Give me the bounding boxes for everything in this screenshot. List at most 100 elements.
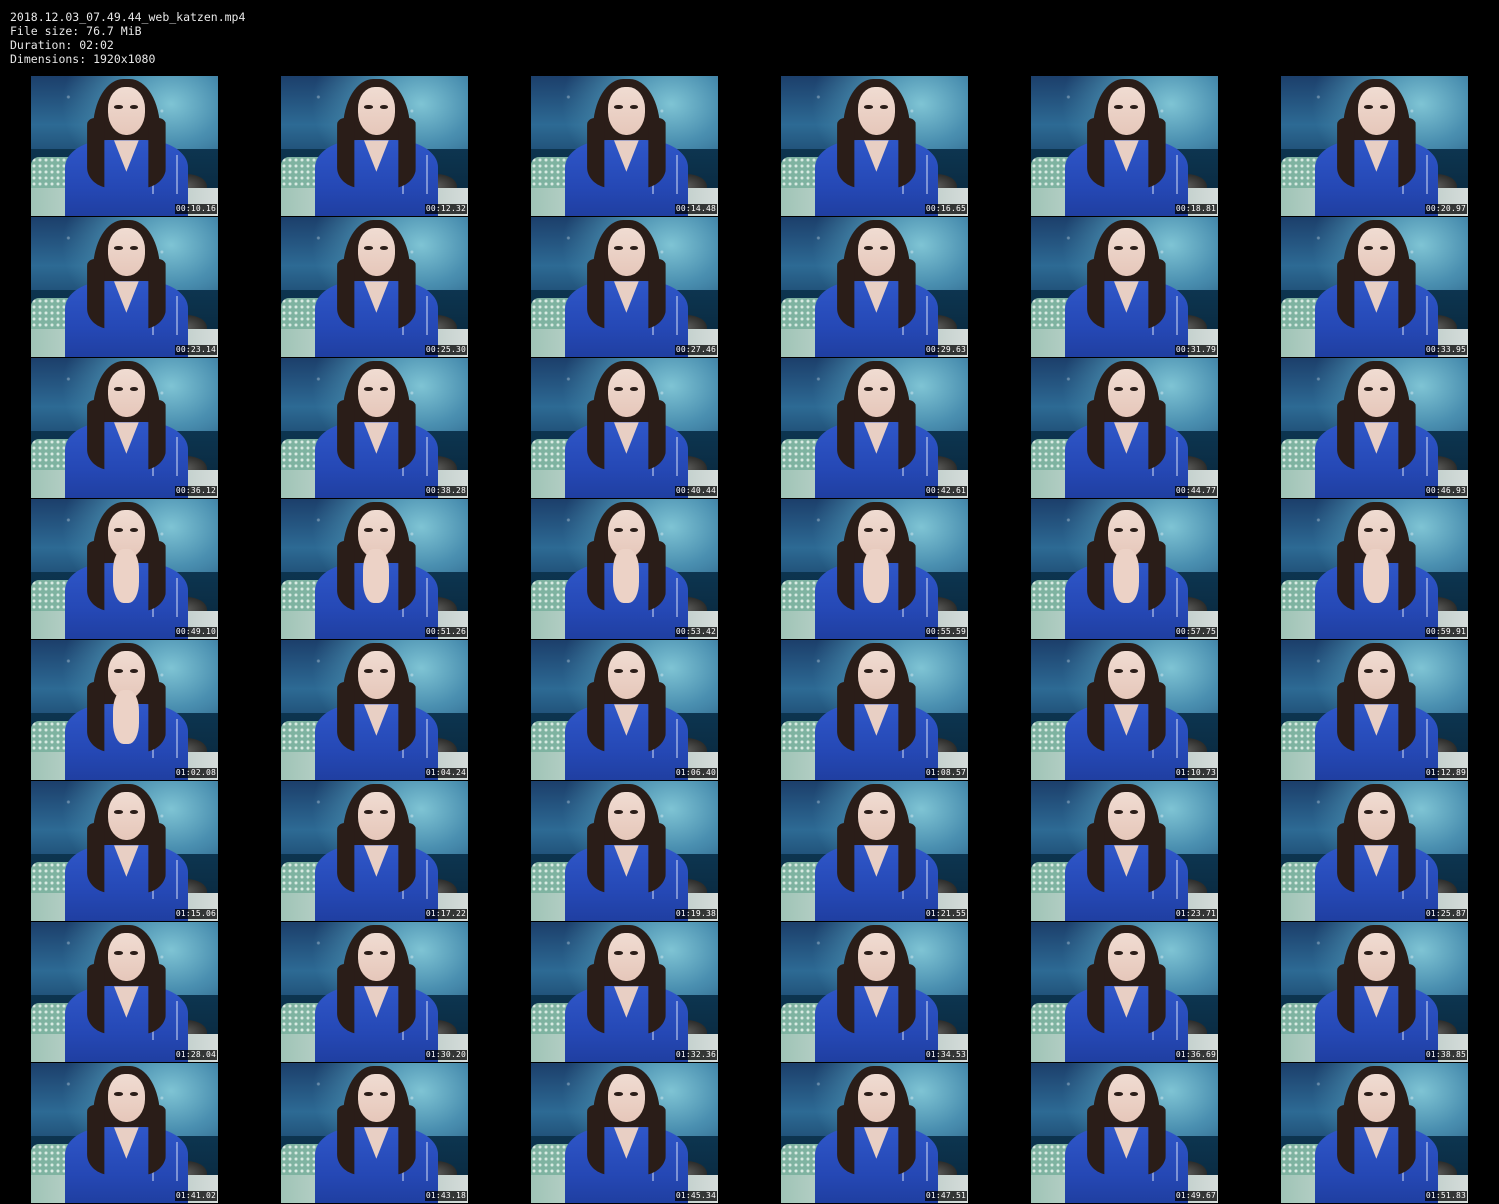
person-shirt: [314, 281, 439, 357]
video-frame-thumbnail[interactable]: 01:36.69: [1031, 922, 1218, 1062]
frame-timestamp: 01:06.40: [674, 768, 717, 778]
video-frame-thumbnail[interactable]: 00:59.91: [1281, 499, 1468, 639]
person-shirt: [564, 986, 689, 1062]
video-frame-thumbnail[interactable]: 01:04.24: [281, 640, 468, 780]
video-frame-thumbnail[interactable]: 00:10.16: [31, 76, 218, 216]
frame-timestamp: 01:21.55: [924, 909, 967, 919]
video-frame-thumbnail[interactable]: 00:51.26: [281, 499, 468, 639]
person-shirt: [564, 281, 689, 357]
frame-timestamp: 01:45.34: [674, 1191, 717, 1201]
video-frame-thumbnail[interactable]: 00:33.95: [1281, 217, 1468, 357]
video-frame-thumbnail[interactable]: 01:06.40: [531, 640, 718, 780]
frame-timestamp: 01:28.04: [174, 1050, 217, 1060]
video-frame-thumbnail[interactable]: 01:17.22: [281, 781, 468, 921]
person-face: [857, 87, 896, 135]
video-frame-thumbnail[interactable]: 00:38.28: [281, 358, 468, 498]
file-size: File size: 76.7 MiB: [10, 24, 142, 38]
video-frame-thumbnail[interactable]: 01:21.55: [781, 781, 968, 921]
video-frame-thumbnail[interactable]: 00:46.93: [1281, 358, 1468, 498]
frame-timestamp: 01:36.69: [1174, 1050, 1217, 1060]
video-frame-thumbnail[interactable]: 01:10.73: [1031, 640, 1218, 780]
video-frame-thumbnail[interactable]: 00:40.44: [531, 358, 718, 498]
video-frame-thumbnail[interactable]: 01:41.02: [31, 1063, 218, 1203]
person-face: [357, 792, 396, 840]
person-face: [357, 87, 396, 135]
video-frame-thumbnail[interactable]: 01:51.83: [1281, 1063, 1468, 1203]
video-frame-thumbnail[interactable]: 00:25.30: [281, 217, 468, 357]
video-frame-thumbnail[interactable]: 01:45.34: [531, 1063, 718, 1203]
person-shirt: [1314, 986, 1439, 1062]
person-hand: [363, 549, 390, 603]
video-frame-thumbnail[interactable]: 00:49.10: [31, 499, 218, 639]
person-face: [607, 792, 646, 840]
frame-timestamp: 00:44.77: [1174, 486, 1217, 496]
video-frame-thumbnail[interactable]: 01:43.18: [281, 1063, 468, 1203]
video-frame-thumbnail[interactable]: 01:49.67: [1031, 1063, 1218, 1203]
frame-timestamp: 01:08.57: [924, 768, 967, 778]
person-shirt: [1314, 704, 1439, 780]
frame-timestamp: 00:51.26: [424, 627, 467, 637]
video-frame-thumbnail[interactable]: 01:47.51: [781, 1063, 968, 1203]
person-hand: [1363, 549, 1390, 603]
person-face: [857, 651, 896, 699]
video-frame-thumbnail[interactable]: 01:28.04: [31, 922, 218, 1062]
person-shirt: [564, 845, 689, 921]
person-face: [1107, 87, 1146, 135]
person-hand: [113, 549, 140, 603]
person-shirt: [814, 281, 939, 357]
video-frame-thumbnail[interactable]: 00:44.77: [1031, 358, 1218, 498]
video-frame-thumbnail[interactable]: 00:20.97: [1281, 76, 1468, 216]
person-shirt: [1314, 281, 1439, 357]
person-face: [857, 933, 896, 981]
person-shirt: [564, 422, 689, 498]
video-frame-thumbnail[interactable]: 00:14.48: [531, 76, 718, 216]
video-frame-thumbnail[interactable]: 01:38.85: [1281, 922, 1468, 1062]
video-frame-thumbnail[interactable]: 01:30.20: [281, 922, 468, 1062]
video-frame-thumbnail[interactable]: 01:15.06: [31, 781, 218, 921]
person-face: [357, 933, 396, 981]
video-frame-thumbnail[interactable]: 01:02.08: [31, 640, 218, 780]
person-face: [357, 369, 396, 417]
frame-timestamp: 00:36.12: [174, 486, 217, 496]
frame-timestamp: 00:42.61: [924, 486, 967, 496]
person-face: [607, 933, 646, 981]
file-dimensions: Dimensions: 1920x1080: [10, 52, 156, 66]
video-frame-thumbnail[interactable]: 00:53.42: [531, 499, 718, 639]
person-shirt: [1064, 140, 1189, 216]
person-shirt: [814, 422, 939, 498]
person-hand: [863, 549, 890, 603]
video-frame-thumbnail[interactable]: 00:27.46: [531, 217, 718, 357]
frame-timestamp: 00:27.46: [674, 345, 717, 355]
frame-timestamp: 00:38.28: [424, 486, 467, 496]
frame-timestamp: 01:41.02: [174, 1191, 217, 1201]
video-frame-thumbnail[interactable]: 01:25.87: [1281, 781, 1468, 921]
person-face: [857, 228, 896, 276]
person-shirt: [314, 140, 439, 216]
video-frame-thumbnail[interactable]: 00:23.14: [31, 217, 218, 357]
video-frame-thumbnail[interactable]: 00:36.12: [31, 358, 218, 498]
person-face: [1357, 228, 1396, 276]
person-face: [107, 87, 146, 135]
video-frame-thumbnail[interactable]: 00:31.79: [1031, 217, 1218, 357]
video-frame-thumbnail[interactable]: 00:42.61: [781, 358, 968, 498]
person-shirt: [1064, 986, 1189, 1062]
video-frame-thumbnail[interactable]: 01:23.71: [1031, 781, 1218, 921]
video-frame-thumbnail[interactable]: 00:57.75: [1031, 499, 1218, 639]
video-frame-thumbnail[interactable]: 01:34.53: [781, 922, 968, 1062]
video-frame-thumbnail[interactable]: 00:18.81: [1031, 76, 1218, 216]
person-shirt: [564, 1127, 689, 1203]
frame-timestamp: 00:18.81: [1174, 204, 1217, 214]
video-frame-thumbnail[interactable]: 00:55.59: [781, 499, 968, 639]
frame-timestamp: 01:51.83: [1424, 1191, 1467, 1201]
video-frame-thumbnail[interactable]: 01:08.57: [781, 640, 968, 780]
file-duration: Duration: 02:02: [10, 38, 114, 52]
frame-timestamp: 00:49.10: [174, 627, 217, 637]
frame-timestamp: 00:14.48: [674, 204, 717, 214]
frame-timestamp: 01:49.67: [1174, 1191, 1217, 1201]
video-frame-thumbnail[interactable]: 01:19.38: [531, 781, 718, 921]
video-frame-thumbnail[interactable]: 01:32.36: [531, 922, 718, 1062]
video-frame-thumbnail[interactable]: 00:12.32: [281, 76, 468, 216]
video-frame-thumbnail[interactable]: 00:16.65: [781, 76, 968, 216]
video-frame-thumbnail[interactable]: 01:12.89: [1281, 640, 1468, 780]
video-frame-thumbnail[interactable]: 00:29.63: [781, 217, 968, 357]
